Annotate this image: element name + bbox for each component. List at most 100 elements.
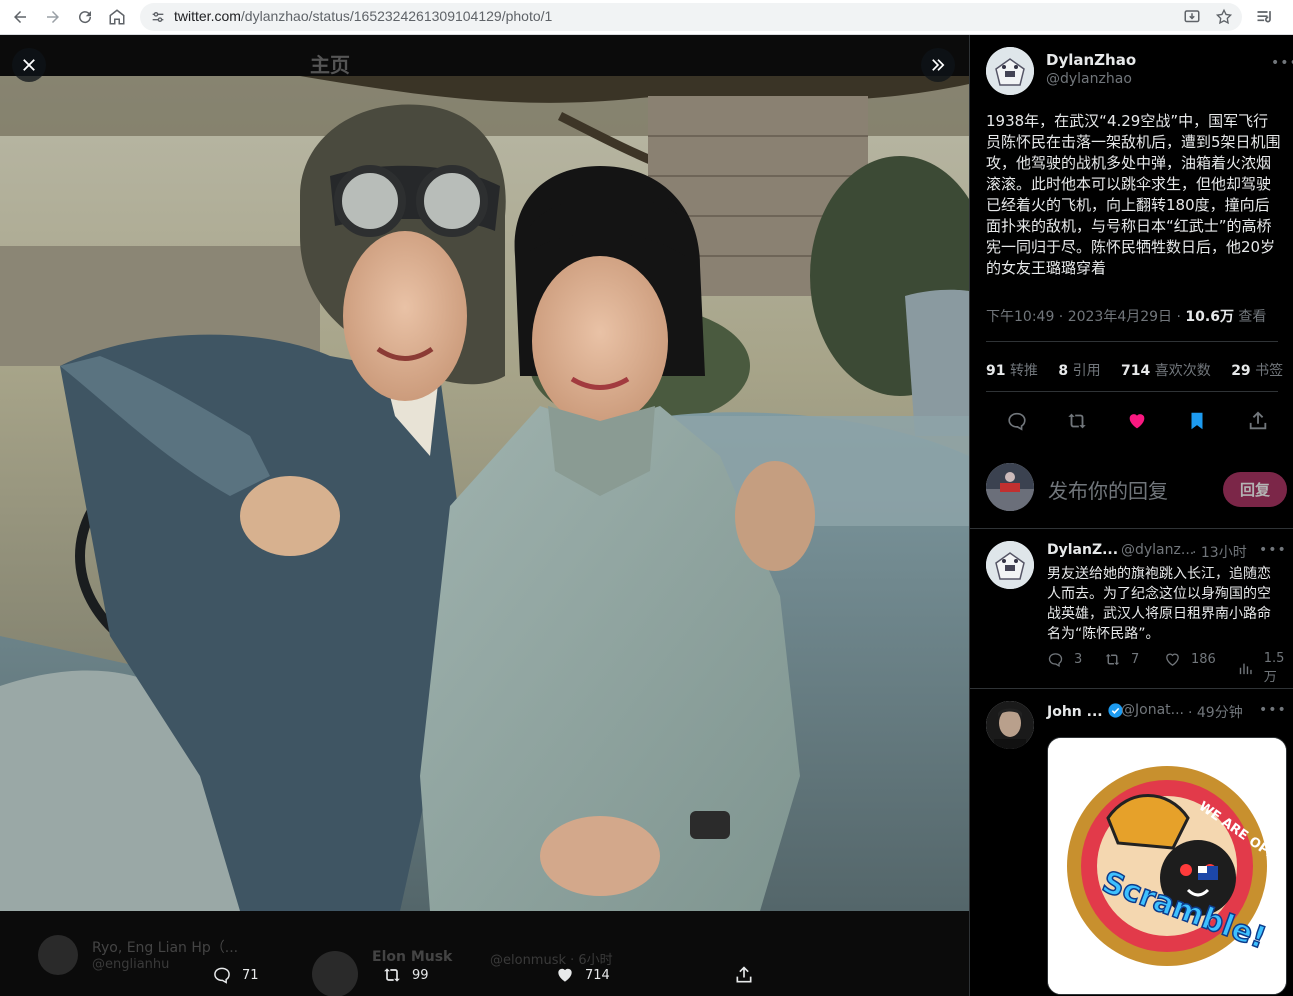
more-options-icon[interactable]: ••• (1271, 55, 1293, 71)
tweet-author[interactable]: DylanZhao @dylanzhao ••• (986, 47, 1293, 97)
url-text: twitter.com/dylanzhao/status/16523242613… (174, 8, 552, 24)
close-button[interactable] (12, 48, 46, 82)
more-options-icon[interactable]: ••• (1259, 542, 1287, 558)
heart-filled-icon[interactable] (1126, 410, 1148, 432)
quotes-label: 引用 (1072, 363, 1101, 379)
tweet-meta: 下午10:49 · 2023年4月29日 · 10.6万 查看 (986, 306, 1266, 326)
reply-author-name[interactable]: John ... (1047, 702, 1124, 720)
bookmarks-value: 29 (1231, 363, 1251, 379)
bookmark-filled-icon[interactable] (1186, 410, 1208, 432)
likes-label: 喜欢次数 (1154, 363, 1211, 379)
share-action[interactable] (734, 963, 754, 987)
tweet-stats: 91 转推 8 引用 714 喜欢次数 29 书签 (986, 360, 1293, 380)
view-count: 10.6万 (1185, 309, 1234, 325)
divider (986, 341, 1278, 342)
like-action[interactable]: 714 (555, 963, 610, 987)
portrait-avatar-image (986, 701, 1034, 749)
forward-icon[interactable] (42, 6, 64, 28)
reply-actions: 3 7 186 1.5万 (1047, 651, 1293, 685)
analytics-icon (1239, 663, 1252, 674)
reply-button[interactable]: 回复 (1223, 472, 1287, 507)
reply-reply-action[interactable]: 3 (1047, 651, 1082, 668)
double-chevron-right-icon (932, 59, 945, 71)
retweet-count: 99 (412, 967, 429, 983)
retweet-action[interactable]: 99 (382, 963, 429, 987)
reload-icon[interactable] (74, 6, 96, 28)
robot-avatar-image (986, 47, 1034, 95)
reply-icon (214, 967, 230, 984)
reply-time[interactable]: · 13小时 (1192, 542, 1247, 562)
heart-icon (558, 968, 572, 982)
retweet-icon (1105, 653, 1120, 666)
reply-like-action[interactable]: 186 (1164, 651, 1216, 668)
retweets-stat[interactable]: 91 转推 (986, 363, 1038, 379)
tweet-text: 1938年，在武汉“4.29空战”中，国军飞行员陈怀民在击落一架敌机后，遭到5架… (986, 112, 1281, 277)
view-label: 查看 (1238, 309, 1267, 325)
reply-action[interactable]: 71 (212, 963, 259, 987)
heart-icon (1166, 653, 1179, 666)
more-options-icon[interactable]: ••• (1259, 702, 1287, 718)
reply-like-count: 186 (1191, 652, 1216, 667)
url-host: twitter.com (174, 8, 241, 24)
reply-composer: 发布你的回复 回复 (970, 445, 1293, 529)
divider (986, 391, 1278, 392)
scramble-sticker-image: WE ARE OPEN 24/7 Scramble! (1048, 738, 1286, 994)
home-icon[interactable] (106, 6, 128, 28)
reply-text: 男友送给她的旗袍跳入长江，追随恋人而去。为了纪念这位以身殉国的空战英雄，武汉人将… (1047, 566, 1271, 642)
reply-icon[interactable] (1006, 410, 1028, 432)
tweet-photo[interactable] (0, 76, 969, 911)
quotes-value: 8 (1058, 363, 1069, 379)
reply-retweet-count: 7 (1131, 652, 1140, 667)
browser-toolbar: twitter.com/dylanzhao/status/16523242613… (0, 0, 1293, 35)
retweets-value: 91 (986, 363, 1006, 379)
likes-value: 714 (1121, 363, 1151, 379)
reply-retweet-action[interactable]: 7 (1104, 651, 1139, 668)
reply-input[interactable]: 发布你的回复 (1048, 475, 1168, 504)
retweet-icon (384, 968, 400, 982)
bookmark-star-icon[interactable] (1215, 8, 1233, 26)
ghost-page-title: 主页 (310, 53, 350, 77)
reply-views-action[interactable]: 1.5万 (1237, 651, 1293, 685)
reply-author-handle[interactable]: @dylanz... (1121, 542, 1194, 558)
robot-avatar-image (986, 541, 1034, 589)
quotes-stat[interactable]: 8 引用 (1058, 363, 1100, 379)
reply-author-name[interactable]: DylanZ... (1047, 542, 1118, 558)
reply-view-count: 1.5万 (1263, 651, 1285, 685)
reply-reply-count: 3 (1074, 652, 1083, 667)
bookmarks-label: 书签 (1255, 363, 1284, 379)
reply-media[interactable]: WE ARE OPEN 24/7 Scramble! (1047, 737, 1287, 995)
tweet-panel: DylanZhao @dylanzhao ••• 1938年，在武汉“4.29空… (969, 35, 1293, 996)
reply-count: 71 (242, 967, 259, 983)
bookmarks-stat[interactable]: 29 书签 (1231, 363, 1283, 379)
author-avatar[interactable] (986, 47, 1034, 95)
close-icon (23, 59, 35, 71)
share-icon (736, 966, 752, 983)
reply-icon (1048, 653, 1063, 667)
collapse-panel-button[interactable] (921, 48, 955, 82)
reply-avatar[interactable] (986, 541, 1034, 589)
like-count: 714 (585, 967, 610, 983)
reply-time[interactable]: · 49分钟 (1188, 702, 1243, 722)
address-bar[interactable]: twitter.com/dylanzhao/status/16523242613… (140, 3, 1242, 31)
share-icon[interactable] (1247, 410, 1269, 432)
tweet-action-row (986, 407, 1278, 437)
likes-stat[interactable]: 714 喜欢次数 (1121, 363, 1211, 379)
reading-list-icon[interactable] (1255, 7, 1275, 27)
back-icon[interactable] (9, 6, 31, 28)
my-avatar[interactable] (986, 463, 1034, 511)
photo-viewer: 主页 Ryo, Eng Lian Hp（... @englianhu Elon … (0, 35, 969, 996)
reply-author-handle[interactable]: @Jonat... (1121, 702, 1184, 718)
author-name[interactable]: DylanZhao (1046, 51, 1136, 69)
install-icon[interactable] (1183, 8, 1201, 26)
site-info-icon[interactable] (150, 9, 166, 25)
author-handle[interactable]: @dylanzhao (1046, 71, 1132, 87)
retweets-label: 转推 (1009, 363, 1038, 379)
retweet-icon[interactable] (1066, 410, 1088, 432)
reply-avatar[interactable] (986, 701, 1034, 749)
reply-tweet[interactable]: John ... @Jonat... · 49分钟 ••• WE ARE OPE… (970, 689, 1293, 996)
reply-author-name-text: John ... (1047, 704, 1103, 720)
photo-image (0, 76, 969, 911)
reply-tweet[interactable]: DylanZ... @dylanz... · 13小时 ••• 男友送给她的旗袍… (970, 529, 1293, 689)
tweet-time[interactable]: 下午10:49 · 2023年4月29日 (986, 309, 1172, 325)
url-path: /dylanzhao/status/1652324261309104129/ph… (240, 8, 553, 24)
